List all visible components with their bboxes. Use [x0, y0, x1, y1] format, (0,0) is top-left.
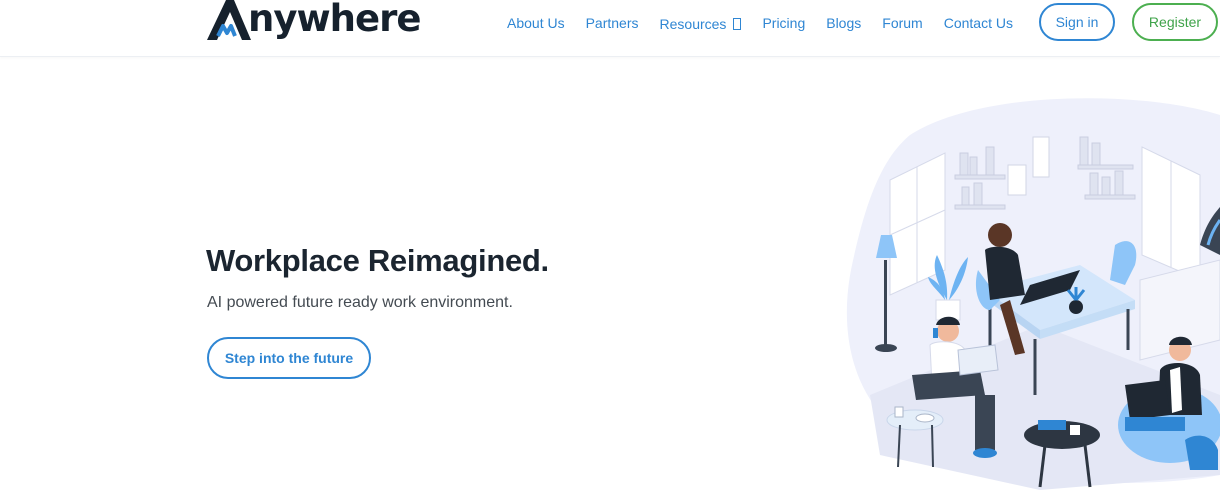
dropdown-caret-icon	[733, 18, 742, 30]
nav-blogs[interactable]: Blogs	[826, 14, 861, 32]
nav-about-us[interactable]: About Us	[507, 14, 565, 32]
coworking-illustration	[846, 98, 1220, 490]
top-navbar: nywhere About Us Partners Resources Pric…	[0, 0, 1220, 57]
hero-title: Workplace Reimagined.	[206, 243, 549, 278]
hero-subtitle: AI powered future ready work environment…	[207, 294, 513, 311]
nav-resources[interactable]: Resources	[660, 15, 742, 33]
nav-forum[interactable]: Forum	[882, 14, 922, 32]
nav-partners[interactable]: Partners	[586, 14, 639, 32]
nav-contact-us[interactable]: Contact Us	[944, 14, 1013, 32]
nav-resources-label: Resources	[659, 16, 727, 32]
sign-in-button[interactable]: Sign in	[1039, 3, 1115, 41]
register-button[interactable]: Register	[1132, 3, 1218, 41]
nav-pricing[interactable]: Pricing	[762, 14, 805, 32]
logo-wordmark: nywhere	[248, 0, 421, 40]
anywhere-logo[interactable]: nywhere	[206, 0, 421, 42]
logo-a-mark-icon	[207, 0, 251, 40]
main-nav: About Us Partners Resources Pricing Blog…	[507, 13, 1034, 33]
step-into-future-button[interactable]: Step into the future	[207, 337, 371, 379]
